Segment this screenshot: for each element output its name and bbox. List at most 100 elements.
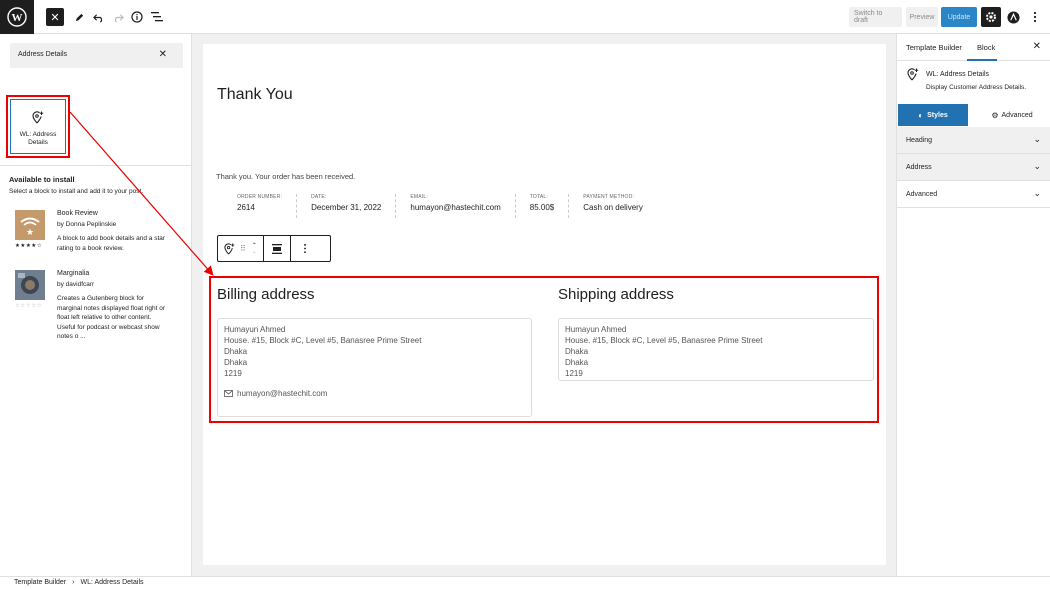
plugin-name: Marginalia xyxy=(57,270,90,277)
rating-stars-icon: ☆☆☆☆☆ xyxy=(15,303,43,309)
pencil-tools-icon[interactable] xyxy=(71,7,87,27)
sidebar-tabs: Template Builder Block ✕ xyxy=(897,34,1050,61)
plugin-author: by davidfcarr xyxy=(57,281,95,288)
switch-to-draft-button[interactable]: Switch to draft xyxy=(849,7,902,27)
shipping-street: House. #15, Block #C, Level #5, Banasree… xyxy=(565,336,763,345)
block-item-inner: WL: Address Details xyxy=(10,99,66,154)
order-email: Email: humayon@hastechit.com xyxy=(396,194,516,218)
shipping-address-box: Humayun Ahmed House. #15, Block #C, Leve… xyxy=(558,318,874,381)
redo-icon[interactable] xyxy=(110,7,126,27)
book-review-thumbnail: ★ xyxy=(15,210,45,240)
plugin-description: A block to add book details and a star r… xyxy=(57,235,166,252)
order-number: Order number: 2614 xyxy=(223,194,298,218)
chevron-down-icon: ⌄ xyxy=(1033,161,1041,171)
thank-you-message[interactable]: Thank you. Your order has been received. xyxy=(216,172,355,181)
style-tabs: ◐ Styles ⚙ Advanced xyxy=(897,104,1050,126)
block-card-title: WL: Address Details xyxy=(926,71,990,78)
update-button[interactable]: Update xyxy=(941,7,977,27)
tab-block[interactable]: Block xyxy=(977,43,995,52)
block-inserter-panel: Address Details ✕ WL: Address Details Av… xyxy=(0,34,192,576)
move-up-down-icon[interactable]: ⌃ ⌄ xyxy=(252,243,257,255)
tab-advanced[interactable]: ⚙ Advanced xyxy=(973,104,1050,126)
order-overview[interactable]: Order number: 2614 Date: December 31, 20… xyxy=(223,194,657,218)
tab-advanced-label: Advanced xyxy=(1001,111,1033,119)
clear-search-icon[interactable]: ✕ xyxy=(159,49,167,60)
billing-state: Dhaka xyxy=(224,358,248,367)
plugin-item-marginalia[interactable]: ☆☆☆☆☆ Marginalia by davidfcarr Creates a… xyxy=(15,270,185,350)
drag-handle-icon[interactable]: ⠿ xyxy=(240,244,246,253)
block-type-switcher[interactable]: ⠿ ⌃ ⌄ xyxy=(218,236,264,261)
chevron-down-icon: ⌄ xyxy=(1033,188,1041,198)
panel-advanced-label: Advanced xyxy=(906,191,938,198)
tab-template-builder[interactable]: Template Builder xyxy=(906,43,962,52)
plugin-description: Creates a Gutenberg block for marginal n… xyxy=(57,295,166,340)
undo-icon[interactable] xyxy=(90,7,106,27)
breadcrumb-root[interactable]: Template Builder xyxy=(14,579,66,586)
shipping-postcode: 1219 xyxy=(565,369,583,378)
shipping-city: Dhaka xyxy=(565,347,589,356)
active-tab-indicator xyxy=(967,59,997,61)
block-search-input[interactable]: Address Details ✕ xyxy=(10,43,183,68)
billing-name: Humayun Ahmed xyxy=(224,325,286,334)
svg-text:★: ★ xyxy=(26,227,34,237)
breadcrumb: Template Builder › WL: Address Details xyxy=(14,579,144,586)
chevron-down-icon: ⌄ xyxy=(1033,134,1041,144)
close-inserter-button[interactable]: ✕ xyxy=(46,8,64,26)
tab-styles-label: Styles xyxy=(927,111,948,119)
settings-gear-icon[interactable] xyxy=(981,7,1001,27)
search-value: Address Details xyxy=(18,51,68,58)
align-icon[interactable] xyxy=(264,236,291,261)
astra-logo-icon[interactable] xyxy=(1005,7,1021,27)
location-pin-plus-icon xyxy=(907,68,919,81)
block-item-address-details[interactable]: WL: Address Details xyxy=(6,95,70,158)
rating-stars-icon: ★★★★☆ xyxy=(15,243,43,249)
tab-styles[interactable]: ◐ Styles xyxy=(898,104,968,126)
more-options-icon[interactable] xyxy=(1028,7,1042,27)
location-pin-plus-icon xyxy=(32,111,44,124)
block-toolbar: ⠿ ⌃ ⌄ xyxy=(217,235,331,262)
shipping-name: Humayun Ahmed xyxy=(565,325,627,334)
editor-canvas: Thank You Thank you. Your order has been… xyxy=(203,44,886,565)
marginalia-thumbnail xyxy=(15,270,45,300)
styles-icon: ◐ xyxy=(918,110,924,120)
breadcrumb-separator-icon: › xyxy=(72,579,75,586)
wordpress-logo-icon[interactable]: W xyxy=(0,0,34,34)
shipping-address-title: Shipping address xyxy=(558,286,674,303)
list-view-icon[interactable] xyxy=(149,7,165,27)
svg-text:W: W xyxy=(12,12,23,24)
envelope-icon xyxy=(224,390,233,397)
top-toolbar: W ✕ Switch to draft Preview Update xyxy=(0,0,1050,34)
page-title[interactable]: Thank You xyxy=(217,86,293,104)
block-breadcrumb-bar: Template Builder › WL: Address Details xyxy=(0,576,1050,590)
plugin-name: Book Review xyxy=(57,210,98,217)
order-payment-method: Payment method: Cash on delivery xyxy=(583,194,643,212)
available-to-install-heading: Available to install xyxy=(9,175,75,184)
billing-email-row: humayon@hastechit.com xyxy=(224,389,525,398)
panel-address[interactable]: Address ⌄ xyxy=(897,154,1050,181)
shipping-state: Dhaka xyxy=(565,358,589,367)
billing-street: House. #15, Block #C, Level #5, Banasree… xyxy=(224,336,422,345)
location-pin-plus-icon xyxy=(224,242,235,254)
info-icon[interactable] xyxy=(129,7,145,27)
billing-address-title: Billing address xyxy=(217,286,315,303)
preview-button[interactable]: Preview xyxy=(906,7,938,27)
order-total: Total: 85.00$ xyxy=(516,194,570,218)
panel-heading-label: Heading xyxy=(906,137,933,144)
plugin-item-book-review[interactable]: ★ ★★★★☆ Book Review by Donna Peplinskie … xyxy=(15,210,185,260)
panel-address-label: Address xyxy=(906,164,932,171)
billing-email: humayon@hastechit.com xyxy=(237,389,328,398)
plugin-author: by Donna Peplinskie xyxy=(57,221,117,228)
panel-heading[interactable]: Heading ⌄ xyxy=(897,127,1050,154)
panel-advanced[interactable]: Advanced ⌄ xyxy=(897,181,1050,208)
settings-sidebar: Template Builder Block ✕ WL: Address Det… xyxy=(896,34,1050,576)
order-date: Date: December 31, 2022 xyxy=(297,194,397,218)
block-options-icon[interactable] xyxy=(291,236,318,261)
close-sidebar-icon[interactable]: ✕ xyxy=(1033,41,1041,52)
gear-icon: ⚙ xyxy=(991,110,999,120)
breadcrumb-current[interactable]: WL: Address Details xyxy=(80,579,143,586)
address-details-block[interactable]: Billing address Humayun Ahmed House. #15… xyxy=(209,276,879,423)
divider xyxy=(0,165,192,166)
billing-city: Dhaka xyxy=(224,347,248,356)
block-card-description: Display Customer Address Details. xyxy=(926,84,1027,91)
billing-address-box: Humayun Ahmed House. #15, Block #C, Leve… xyxy=(217,318,532,417)
